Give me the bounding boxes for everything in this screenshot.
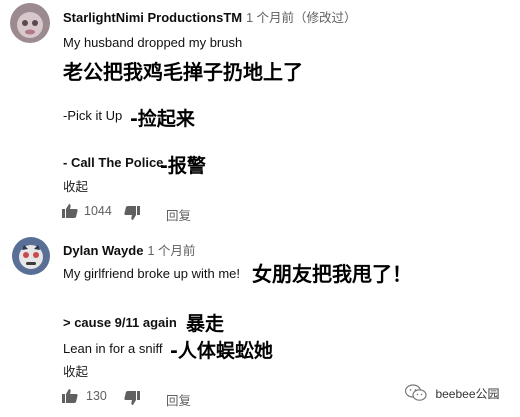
comment-time[interactable]: 1 个月前 xyxy=(147,244,195,258)
watermark: beebee公园 xyxy=(405,384,500,402)
avatar[interactable] xyxy=(10,3,50,43)
collapse-link[interactable]: 收起 xyxy=(63,361,88,380)
collapse-link[interactable]: 收起 xyxy=(63,176,88,195)
thumbs-up-icon xyxy=(62,389,78,403)
reply-button[interactable]: 回复 xyxy=(166,205,191,224)
comment-line-zh: -报警 xyxy=(160,155,206,177)
comment-header: StarlightNimi ProductionsTM 1 个月前（修改过） xyxy=(63,7,357,26)
comment-author[interactable]: StarlightNimi ProductionsTM xyxy=(63,10,242,25)
watermark-text: beebee公园 xyxy=(435,386,500,401)
like-count: 1044 xyxy=(84,204,112,218)
comment-line-zh: 暴走 xyxy=(186,313,225,335)
comment-text-en: My husband dropped my brush xyxy=(63,35,243,50)
comment-line-en: Lean in for a sniff xyxy=(63,341,163,356)
comment-line-en: -Pick it Up xyxy=(63,108,123,123)
comment-time[interactable]: 1 个月前（修改过） xyxy=(246,11,356,25)
comment-author[interactable]: Dylan Wayde xyxy=(63,243,143,258)
comment-text-en: My girlfriend broke up with me! xyxy=(63,266,241,281)
like-button[interactable] xyxy=(62,389,78,403)
comment-line-en: > cause 9/11 again xyxy=(63,315,177,330)
avatar-image xyxy=(12,237,50,275)
comment-line-en: - Call The Police xyxy=(63,155,164,170)
comment-header: Dylan Wayde 1 个月前 xyxy=(63,240,195,259)
avatar-image xyxy=(10,3,50,43)
comment-line-zh: -人体蜈蚣她 xyxy=(170,340,273,362)
dislike-button[interactable] xyxy=(124,206,140,220)
thumbs-down-icon xyxy=(124,206,140,220)
dislike-button[interactable] xyxy=(124,391,140,405)
like-button[interactable] xyxy=(62,204,78,218)
wechat-icon xyxy=(405,384,427,401)
comment-text-zh: 女朋友把我甩了！ xyxy=(252,262,412,286)
thumbs-down-icon xyxy=(124,391,140,405)
comment-text-zh: 老公把我鸡毛掸子扔地上了 xyxy=(63,60,303,84)
reply-button[interactable]: 回复 xyxy=(166,390,191,409)
thumbs-up-icon xyxy=(62,204,78,218)
avatar[interactable] xyxy=(12,237,50,275)
like-count: 130 xyxy=(86,389,107,403)
comment-line-zh: -捡起来 xyxy=(130,108,195,130)
